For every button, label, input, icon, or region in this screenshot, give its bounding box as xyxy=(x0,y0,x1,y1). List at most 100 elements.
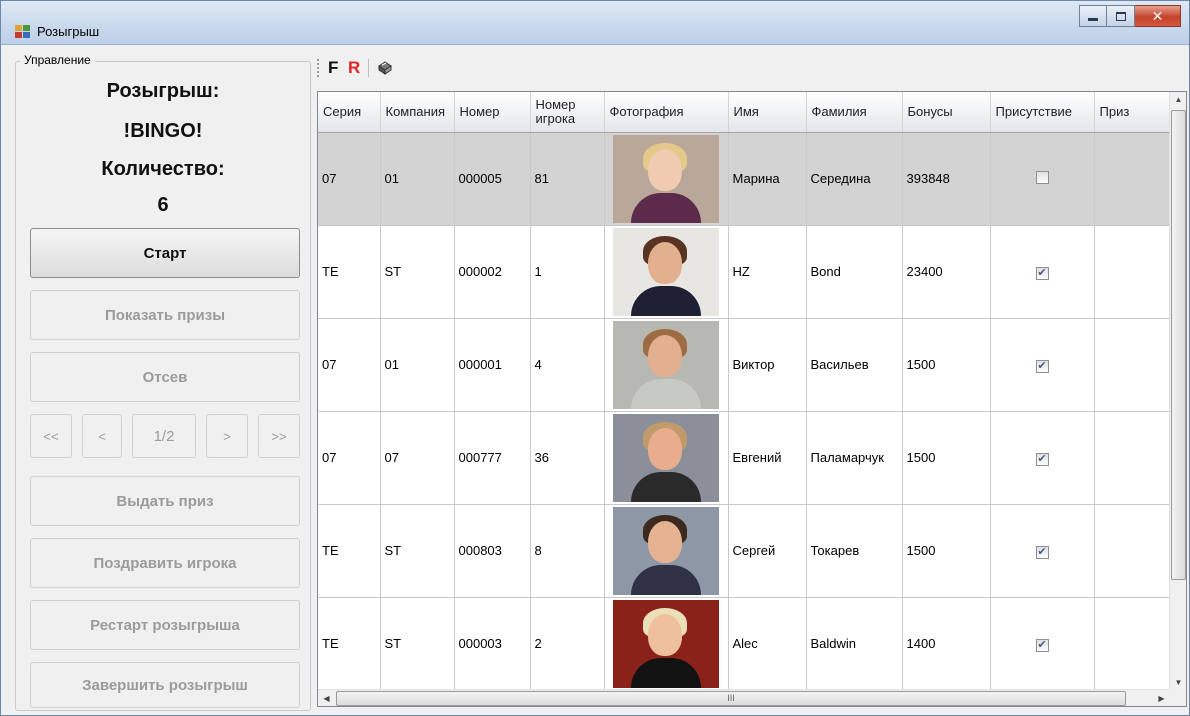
players-grid[interactable]: Серия Компания Номер Номер игрока Фотография… xyxy=(317,91,1187,707)
vertical-scrollbar[interactable]: ▲ ▼ xyxy=(1169,92,1186,690)
cell-prize[interactable] xyxy=(1094,132,1171,226)
scroll-left-icon[interactable]: ◀ xyxy=(318,694,335,703)
column-header[interactable]: Номер xyxy=(454,92,531,133)
vertical-scroll-thumb[interactable] xyxy=(1171,110,1186,580)
cell-first-name[interactable]: Alec xyxy=(728,597,807,691)
scroll-down-icon[interactable]: ▼ xyxy=(1170,678,1186,687)
column-header[interactable]: Компания xyxy=(380,92,455,133)
column-header[interactable]: Присутствие xyxy=(990,92,1095,133)
congratulate-button[interactable]: Поздравить игрока xyxy=(30,538,300,588)
checkbox-checked[interactable]: ✔ xyxy=(1035,359,1049,373)
cell-bonus[interactable]: 1500 xyxy=(902,318,991,412)
cell-last-name[interactable]: Bond xyxy=(806,225,903,319)
cell-prize[interactable] xyxy=(1094,411,1171,505)
cell-bonus[interactable]: 1400 xyxy=(902,597,991,691)
cell-number[interactable]: 000002 xyxy=(454,225,531,319)
cell-series[interactable]: TE xyxy=(318,504,381,598)
cell-bonus[interactable]: 1500 xyxy=(902,504,991,598)
cell-first-name[interactable]: Евгений xyxy=(728,411,807,505)
cell-number[interactable]: 000803 xyxy=(454,504,531,598)
cell-prize[interactable] xyxy=(1094,225,1171,319)
column-header[interactable]: Имя xyxy=(728,92,807,133)
cell-presence[interactable]: ✔ xyxy=(990,411,1095,505)
column-header[interactable]: Фотография xyxy=(604,92,729,133)
last-page-button[interactable]: >> xyxy=(258,414,300,458)
cell-first-name[interactable]: Марина xyxy=(728,132,807,226)
close-button[interactable]: ✕ xyxy=(1135,5,1181,27)
filter-button[interactable]: Отсев xyxy=(30,352,300,402)
table-row[interactable]: TE ST 000002 1 HZ Bond 23400 ✔ xyxy=(318,225,1171,319)
cell-series[interactable]: TE xyxy=(318,597,381,691)
cell-number[interactable]: 000003 xyxy=(454,597,531,691)
checkbox-checked[interactable]: ✔ xyxy=(1035,452,1049,466)
start-button[interactable]: Старт xyxy=(30,228,300,278)
table-row[interactable]: TE ST 000003 2 Alec Baldwin 1400 ✔ xyxy=(318,597,1171,691)
cell-prize[interactable] xyxy=(1094,504,1171,598)
column-header[interactable]: Приз xyxy=(1094,92,1171,133)
cell-presence[interactable]: ✔ xyxy=(990,597,1095,691)
cell-bonus[interactable]: 1500 xyxy=(902,411,991,505)
cell-photo[interactable] xyxy=(604,318,729,412)
cell-presence[interactable]: ✔ xyxy=(990,318,1095,412)
cell-number[interactable]: 000005 xyxy=(454,132,531,226)
cell-bonus[interactable]: 23400 xyxy=(902,225,991,319)
column-header[interactable]: Бонусы xyxy=(902,92,991,133)
cell-player-no[interactable]: 4 xyxy=(530,318,605,412)
cell-player-no[interactable]: 2 xyxy=(530,597,605,691)
horizontal-scroll-thumb[interactable]: III xyxy=(336,691,1126,706)
cell-photo[interactable] xyxy=(604,504,729,598)
cell-photo[interactable] xyxy=(604,597,729,691)
cell-player-no[interactable]: 1 xyxy=(530,225,605,319)
table-row[interactable]: 07 01 000001 4 Виктор Васильев 1500 ✔ xyxy=(318,318,1171,412)
scroll-up-icon[interactable]: ▲ xyxy=(1170,95,1186,104)
maximize-button[interactable] xyxy=(1107,5,1135,27)
cell-prize[interactable] xyxy=(1094,318,1171,412)
next-page-button[interactable]: > xyxy=(206,414,248,458)
cell-player-no[interactable]: 8 xyxy=(530,504,605,598)
table-row[interactable]: 07 07 000777 36 Евгений Паламарчук 1500 ✔ xyxy=(318,411,1171,505)
column-header[interactable]: Номер игрока xyxy=(530,92,605,133)
toolbar-f-button[interactable]: F xyxy=(328,58,348,78)
checkbox-checked[interactable]: ✔ xyxy=(1035,545,1049,559)
toolbar-r-button[interactable]: R xyxy=(348,58,366,78)
restart-button[interactable]: Рестарт розыгрыша xyxy=(30,600,300,650)
cell-company[interactable]: ST xyxy=(380,597,455,691)
cell-last-name[interactable]: Васильев xyxy=(806,318,903,412)
cell-presence[interactable] xyxy=(990,132,1095,226)
cell-photo[interactable] xyxy=(604,132,729,226)
cell-company[interactable]: 01 xyxy=(380,132,455,226)
column-header[interactable]: Фамилия xyxy=(806,92,903,133)
cell-player-no[interactable]: 81 xyxy=(530,132,605,226)
finish-button[interactable]: Завершить розыгрыш xyxy=(30,662,300,708)
table-row[interactable]: 07 01 000005 81 Марина Середина 393848 xyxy=(318,132,1171,226)
first-page-button[interactable]: << xyxy=(30,414,72,458)
checkbox-checked[interactable]: ✔ xyxy=(1035,266,1049,280)
prev-page-button[interactable]: < xyxy=(82,414,122,458)
checkbox-checked[interactable]: ✔ xyxy=(1035,638,1049,652)
horizontal-scrollbar[interactable]: ◀ III ▶ xyxy=(318,689,1170,706)
cell-player-no[interactable]: 36 xyxy=(530,411,605,505)
cell-first-name[interactable]: Сергей xyxy=(728,504,807,598)
cell-first-name[interactable]: HZ xyxy=(728,225,807,319)
cell-series[interactable]: TE xyxy=(318,225,381,319)
cell-company[interactable]: ST xyxy=(380,225,455,319)
cell-number[interactable]: 000777 xyxy=(454,411,531,505)
cell-last-name[interactable]: Середина xyxy=(806,132,903,226)
cell-presence[interactable]: ✔ xyxy=(990,225,1095,319)
table-row[interactable]: TE ST 000803 8 Сергей Токарев 1500 ✔ xyxy=(318,504,1171,598)
scroll-right-icon[interactable]: ▶ xyxy=(1153,694,1170,703)
column-header[interactable]: Серия xyxy=(318,92,381,133)
cell-company[interactable]: ST xyxy=(380,504,455,598)
cell-number[interactable]: 000001 xyxy=(454,318,531,412)
show-prizes-button[interactable]: Показать призы xyxy=(30,290,300,340)
minimize-button[interactable] xyxy=(1079,5,1107,27)
cell-series[interactable]: 07 xyxy=(318,318,381,412)
cell-presence[interactable]: ✔ xyxy=(990,504,1095,598)
cell-series[interactable]: 07 xyxy=(318,411,381,505)
cell-first-name[interactable]: Виктор xyxy=(728,318,807,412)
cell-last-name[interactable]: Токарев xyxy=(806,504,903,598)
cell-prize[interactable] xyxy=(1094,597,1171,691)
give-prize-button[interactable]: Выдать приз xyxy=(30,476,300,526)
cell-series[interactable]: 07 xyxy=(318,132,381,226)
cell-photo[interactable] xyxy=(604,225,729,319)
